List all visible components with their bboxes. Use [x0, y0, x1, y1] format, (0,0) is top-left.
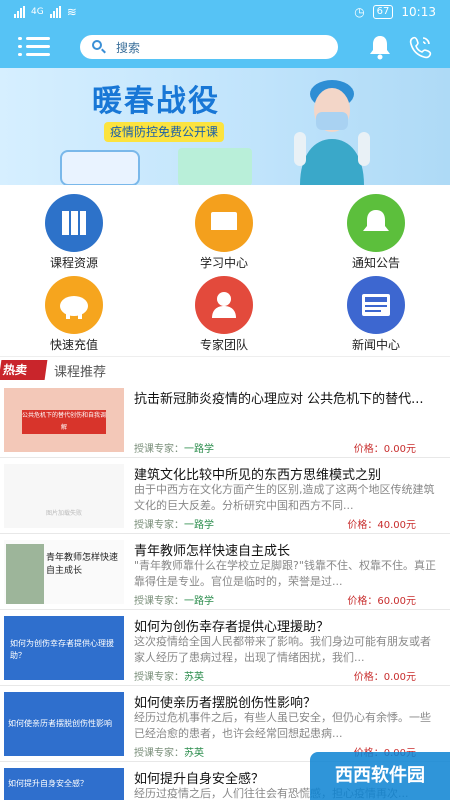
expert-name: 苏英: [184, 748, 204, 759]
grid-learning-center[interactable]: 学习中心: [174, 194, 274, 278]
course-expert: 授课专家：一路学: [134, 516, 214, 531]
course-row[interactable]: 青年教师怎样快速自主成长 青年教师怎样快速自主成长 "青年教师靠什么在学校立足脚…: [0, 534, 450, 610]
grid-course-resources[interactable]: 课程资源: [24, 194, 124, 278]
hot-badge: 热卖: [0, 360, 48, 380]
thumbnail-caption: 青年教师怎样快速自主成长: [46, 553, 119, 576]
course-title: 建筑文化比较中所见的东西方思维模式之别: [134, 468, 382, 483]
course-title: 如何使亲历者摆脱创伤性影响？: [134, 696, 317, 711]
grid-expert-team[interactable]: 专家团队: [174, 276, 274, 360]
expert-name: 一路学: [184, 444, 214, 455]
grid-label: 专家团队: [199, 338, 248, 352]
menu-icon[interactable]: [18, 36, 50, 58]
course-expert: 授课专家：苏英: [134, 668, 204, 683]
course-row[interactable]: 如何为创伤幸存者提供心理援助？ 如何为创伤幸存者提供心理援助？ 这次疫情给全国人…: [0, 610, 450, 686]
tissue-box-image: [178, 148, 252, 185]
section-title: 课程推荐: [54, 365, 107, 380]
expert-prefix: 授课专家：: [134, 520, 184, 531]
status-bar: 4G ≋ ◷ 67 10:13: [0, 0, 450, 26]
expert-name: 苏英: [184, 672, 204, 683]
section-header: 热卖 课程推荐: [0, 356, 450, 382]
price-value: 40.00元: [377, 520, 416, 531]
expert-icon: [195, 276, 253, 334]
signal-icon: [14, 6, 25, 18]
banner-subtitle: 疫情防控免费公开课: [104, 122, 225, 142]
expert-prefix: 授课专家：: [134, 444, 184, 455]
grid-label: 课程资源: [49, 256, 98, 270]
price-value: 60.00元: [377, 596, 416, 607]
phone-icon[interactable]: [408, 34, 434, 60]
thumbnail-caption: 图片加载失败: [45, 510, 82, 517]
price-prefix: 价格：: [353, 672, 384, 683]
price-prefix: 价格：: [347, 520, 378, 531]
course-description: 由于中西方在文化方面产生的区别,造成了这两个地区传统建筑文化的巨大反差。分析研究…: [134, 483, 435, 512]
books-icon: [45, 194, 103, 252]
grid-label: 快速充值: [49, 338, 98, 352]
price-prefix: 价格：: [347, 596, 378, 607]
battery-icon: 67: [372, 5, 394, 19]
thumbnail-caption: 如何为创伤幸存者提供心理援助？: [10, 639, 114, 660]
bell-icon: [347, 194, 405, 252]
course-thumbnail: 如何提升自身安全感？: [4, 768, 124, 800]
grid-label: 新闻中心: [351, 338, 400, 352]
course-thumbnail: 如何使亲历者摆脱创伤性影响: [4, 692, 124, 756]
news-icon: [347, 276, 405, 334]
course-row[interactable]: 如何使亲历者摆脱创伤性影响 如何使亲历者摆脱创伤性影响？ 经历过危机事件之后，有…: [0, 686, 450, 762]
course-thumbnail: 图片加载失败: [4, 464, 124, 528]
grid-label: 通知公告: [351, 256, 400, 270]
face-mask-image: [60, 150, 140, 185]
course-title: 抗击新冠肺炎疫情的心理应对 公共危机下的替代...: [134, 392, 424, 407]
search-icon: [92, 40, 102, 50]
doctor-image: [294, 80, 370, 185]
book-icon: [195, 194, 253, 252]
wifi-icon: ≋: [66, 5, 77, 19]
grid-news-center[interactable]: 新闻中心: [326, 276, 426, 360]
grid-quick-recharge[interactable]: 快速充值: [24, 276, 124, 360]
grid-label: 学习中心: [199, 256, 248, 270]
banner-title: 暖春战役: [92, 84, 220, 119]
price-value: 0.00元: [383, 444, 416, 455]
search-placeholder: 搜索: [116, 41, 141, 55]
course-expert: 授课专家：一路学: [134, 440, 214, 455]
grid-notices[interactable]: 通知公告: [326, 194, 426, 278]
search-bar[interactable]: 搜索: [80, 35, 338, 59]
course-thumbnail: 如何为创伤幸存者提供心理援助？: [4, 616, 124, 680]
course-description: 这次疫情给全国人民都带来了影响。我们身边可能有朋友或者家人经历了患病过程，出现了…: [134, 635, 431, 664]
course-expert: 授课专家：一路学: [134, 592, 214, 607]
course-thumbnail: 公共危机下的替代创伤和自我调解: [4, 388, 124, 452]
expert-prefix: 授课专家：: [134, 748, 184, 759]
alarm-icon: ◷: [354, 5, 365, 19]
expert-name: 一路学: [184, 520, 214, 531]
app-header: 搜索: [0, 26, 450, 68]
course-expert: 授课专家：苏英: [134, 744, 204, 759]
site-watermark: 西西软件园: [310, 752, 450, 800]
course-row[interactable]: 图片加载失败 建筑文化比较中所见的东西方思维模式之别 由于中西方在文化方面产生的…: [0, 458, 450, 534]
course-price: 价格：60.00元: [347, 592, 416, 607]
course-title: 青年教师怎样快速自主成长: [134, 544, 291, 559]
course-thumbnail: 青年教师怎样快速自主成长: [4, 540, 124, 604]
signal-icon-2: [49, 6, 61, 18]
expert-prefix: 授课专家：: [134, 672, 184, 683]
dandelion-image: [6, 544, 44, 604]
course-description: 经历过危机事件之后，有些人虽已安全，但仍心有余悸。一些已经治愈的患者，也许会经常…: [134, 711, 431, 740]
course-price: 价格：0.00元: [354, 668, 416, 683]
course-price: 价格：0.00元: [354, 440, 416, 455]
course-description: "青年教师靠什么在学校立足脚跟?"钱靠不住、权靠不住。真正靠得住是专业。官位是临…: [134, 559, 436, 588]
clock: 10:13: [401, 5, 436, 19]
piggy-bank-icon: [45, 276, 103, 334]
notification-bell-icon[interactable]: [368, 34, 392, 60]
price-value: 0.00元: [383, 672, 416, 683]
price-prefix: 价格：: [353, 444, 384, 455]
network-label: 4G: [31, 7, 44, 17]
promo-banner[interactable]: 暖春战役 疫情防控免费公开课: [0, 68, 450, 185]
thumbnail-caption: 如何使亲历者摆脱创伤性影响: [8, 719, 112, 728]
course-row[interactable]: 公共危机下的替代创伤和自我调解 抗击新冠肺炎疫情的心理应对 公共危机下的替代..…: [0, 382, 450, 458]
expert-name: 一路学: [184, 596, 214, 607]
course-price: 价格：40.00元: [347, 516, 416, 531]
expert-prefix: 授课专家：: [134, 596, 184, 607]
thumbnail-caption: 如何提升自身安全感？: [8, 779, 88, 788]
thumbnail-caption: 公共危机下的替代创伤和自我调解: [22, 410, 106, 434]
course-title: 如何为创伤幸存者提供心理援助？: [134, 620, 330, 635]
top-bar: 4G ≋ ◷ 67 10:13 搜索: [0, 0, 450, 68]
